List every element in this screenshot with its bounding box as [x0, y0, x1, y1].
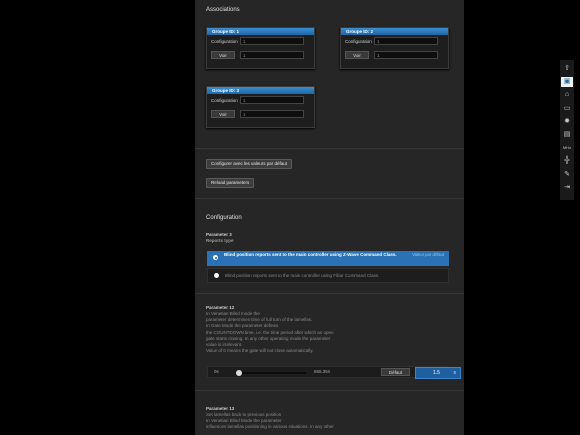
association-group-3: Groupe ID: 3 Configuration 1 Voir 1 — [206, 86, 315, 128]
default-note: Valeur par défaut — [412, 252, 444, 257]
view-button[interactable]: Voir — [345, 51, 369, 59]
reports-zwave-option[interactable]: Blind position reports sent to the main … — [207, 251, 449, 266]
option-label: Blind position reports sent to the main … — [224, 252, 397, 257]
view-input[interactable]: 1 — [240, 51, 304, 59]
parameter-12-slider-row: 0s 655.35s Défaut 1.5 s — [207, 366, 461, 379]
view-input[interactable]: 1 — [240, 110, 304, 118]
parameter-3-title: Parameter 3 — [206, 232, 232, 237]
home-icon[interactable]: ⌂ — [561, 90, 573, 100]
radio-unselected-icon[interactable] — [214, 273, 219, 278]
parameter-12-title: Parameter 12 — [206, 305, 235, 310]
parameter-13-title: Parameter 13 — [206, 406, 235, 411]
network-icon[interactable]: ╬ — [561, 156, 573, 166]
configuration-label: Configuration — [211, 39, 238, 44]
mhz-icon[interactable]: MHz — [561, 143, 573, 153]
value-input[interactable]: 1.5 s — [415, 367, 461, 379]
main-panel: Associations Groupe ID: 1 Configuration 1… — [195, 0, 464, 435]
chat-icon[interactable]: ▤ — [561, 130, 573, 140]
associations-title: Associations — [206, 7, 240, 13]
up-arrow-icon[interactable]: ⇧ — [561, 64, 573, 74]
configuration-label: Configuration — [211, 98, 238, 103]
value-text: 1.5 — [433, 370, 440, 376]
parameter-3-subtitle: Reports type — [206, 238, 234, 243]
display-icon[interactable]: ▭ — [561, 104, 573, 114]
unit-text: s — [453, 370, 457, 376]
logout-icon[interactable]: ⇥ — [561, 183, 573, 193]
right-toolbar: ⇧ ▣ ⌂ ▭ ✹ ▤ MHz ╬ ✎ ⇥ — [560, 60, 574, 200]
association-group-2: Groupe ID: 2 Configuration 1 Voir 1 — [340, 27, 449, 69]
view-button[interactable]: Voir — [211, 51, 235, 59]
divider — [195, 148, 464, 149]
radio-selected-icon[interactable] — [213, 255, 218, 260]
divider — [195, 293, 464, 294]
configuration-label: Configuration — [345, 39, 372, 44]
view-input[interactable]: 1 — [374, 51, 438, 59]
slider-max-label: 655.35s — [314, 369, 331, 374]
option-label: Blind position reports sent to the main … — [225, 273, 380, 278]
configuration-title: Configuration — [206, 215, 242, 221]
reload-parameters-button[interactable]: Reload parameters — [206, 178, 255, 188]
configuration-input[interactable]: 1 — [240, 96, 304, 104]
divider — [195, 390, 464, 391]
edit-icon[interactable]: ✎ — [561, 170, 573, 180]
parameter-13-description: Set lamellas back to previous position I… — [206, 412, 334, 430]
slider-min-label: 0s — [214, 369, 219, 374]
view-button[interactable]: Voir — [211, 110, 235, 118]
group-header: Groupe ID: 3 — [207, 87, 314, 94]
slider-knob[interactable] — [236, 370, 242, 376]
save-icon[interactable]: ▣ — [561, 77, 573, 88]
divider — [195, 198, 464, 199]
configuration-input[interactable]: 1 — [240, 37, 304, 45]
group-header: Groupe ID: 1 — [207, 28, 314, 35]
reports-fibar-option[interactable]: Blind position reports sent to the main … — [207, 268, 449, 283]
brightness-icon[interactable]: ✹ — [561, 117, 573, 127]
parameter-12-description: In Venetian Blind mode the parameter det… — [206, 311, 334, 354]
slider-track[interactable] — [236, 370, 306, 376]
association-group-1: Groupe ID: 1 Configuration 1 Voir 1 — [206, 27, 315, 69]
group-header: Groupe ID: 2 — [341, 28, 448, 35]
default-button[interactable]: Défaut — [381, 368, 410, 376]
configure-default-button[interactable]: Configurer avec les valeurs par défaut — [206, 159, 293, 169]
configuration-input[interactable]: 1 — [374, 37, 438, 45]
